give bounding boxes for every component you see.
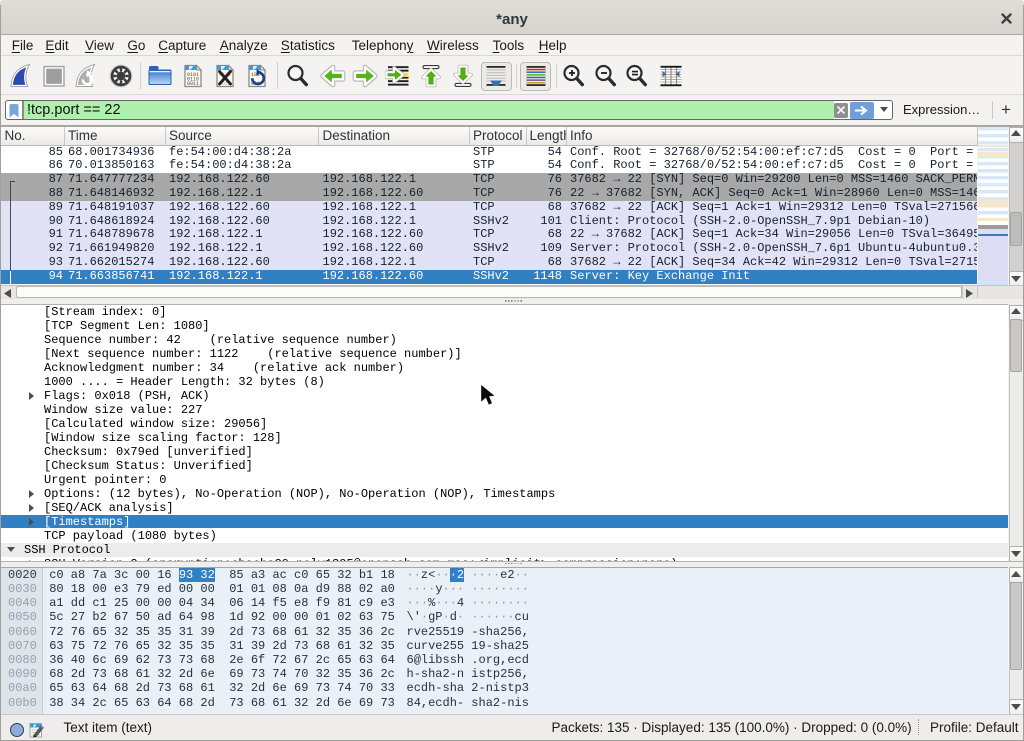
svg-text:0011: 0011 xyxy=(187,81,199,87)
